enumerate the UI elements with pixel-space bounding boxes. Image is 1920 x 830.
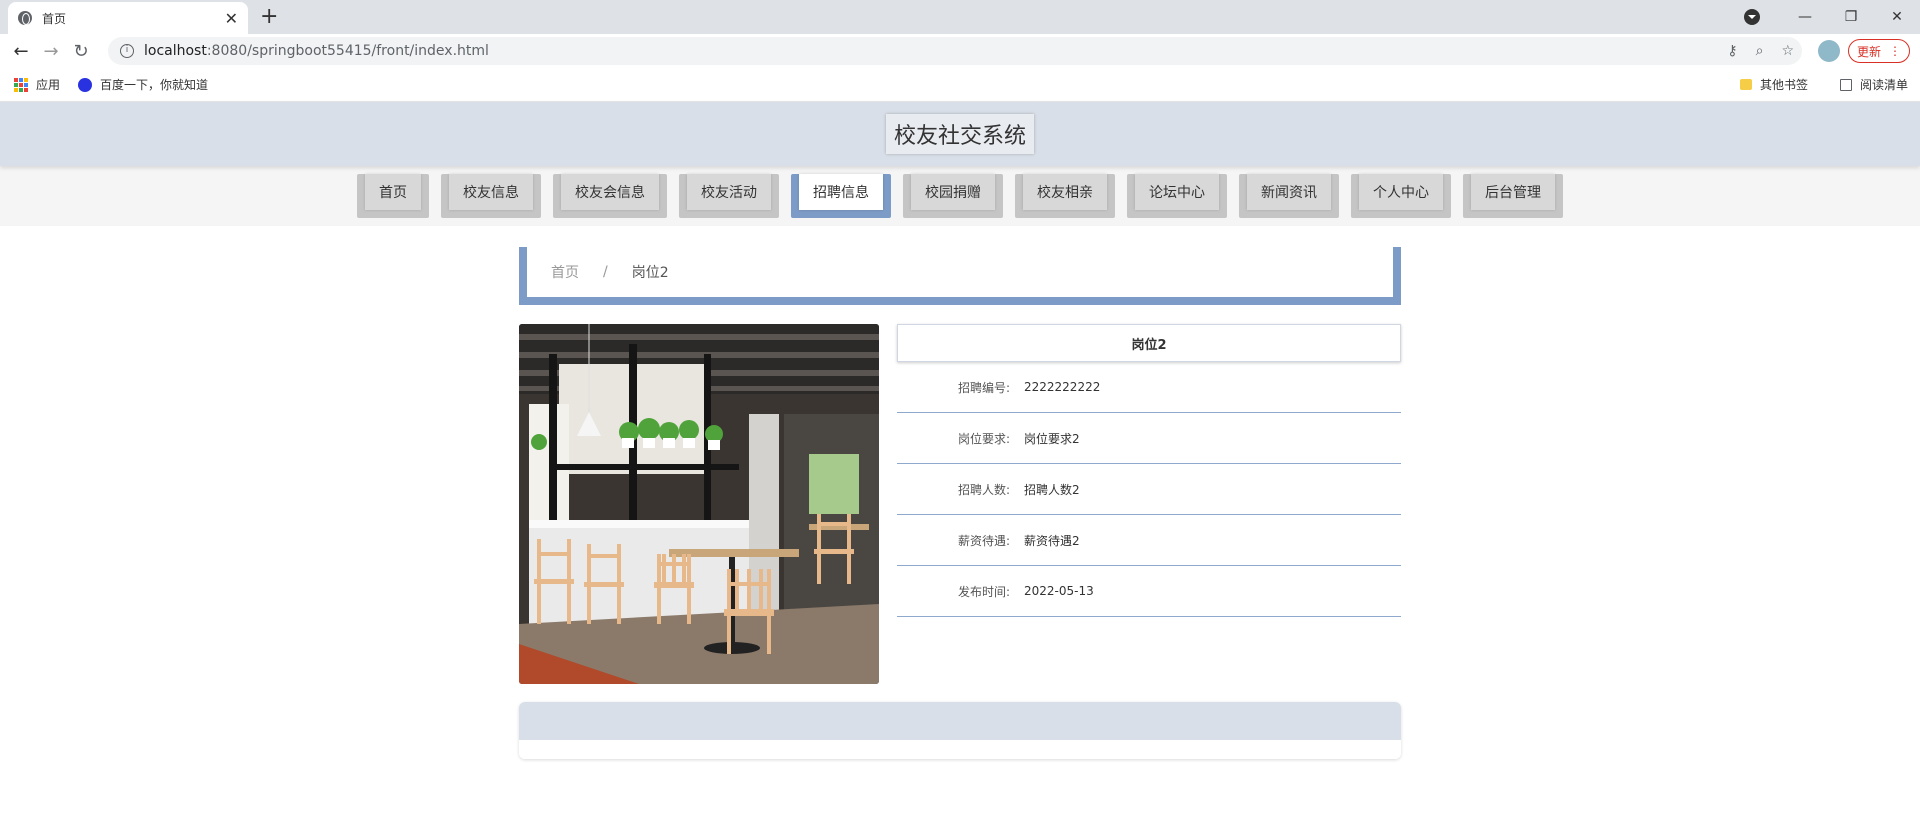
detail-label: 岗位要求: (957, 431, 1010, 446)
nav-item-alumni-info[interactable]: 校友信息 (441, 174, 541, 218)
bookmark-baidu[interactable]: 百度一下，你就知道 (78, 76, 208, 93)
detail-value: 招聘人数2 (1024, 482, 1080, 497)
nav-item-admin[interactable]: 后台管理 (1463, 174, 1563, 218)
key-icon[interactable]: ⚷ (1727, 43, 1737, 59)
bookmark-other[interactable]: 其他书签 (1739, 76, 1808, 93)
nav-item-recruitment[interactable]: 招聘信息 (791, 174, 891, 218)
browser-tab[interactable]: 首页 ✕ (8, 2, 248, 34)
nav-label: 校友信息 (449, 174, 533, 210)
breadcrumb-current: 岗位2 (631, 265, 669, 281)
tab-close-icon[interactable]: ✕ (225, 9, 238, 28)
reading-list-icon (1839, 78, 1852, 91)
detail-row-salary: 薪资待遇: 薪资待遇2 (897, 515, 1401, 566)
nav-item-personal-center[interactable]: 个人中心 (1351, 174, 1451, 218)
nav-label: 新闻资讯 (1247, 174, 1331, 210)
update-button[interactable]: 更新 ⋮ (1847, 39, 1910, 63)
more-icon: ⋮ (1889, 44, 1901, 58)
window-controls: — ❐ ✕ (1744, 0, 1920, 34)
browser-tabbar: 首页 ✕ + — ❐ ✕ (0, 0, 1920, 34)
zoom-icon[interactable]: ⌕ (1756, 43, 1764, 59)
breadcrumb-separator: / (603, 264, 608, 280)
job-title: 岗位2 (897, 324, 1401, 362)
reload-button[interactable]: ↻ (66, 41, 96, 62)
nav-item-alumni-activity[interactable]: 校友活动 (679, 174, 779, 218)
address-bar-row: ← → ↻ i localhost:8080/springboot55415/f… (0, 34, 1920, 68)
detail-value: 岗位要求2 (1024, 431, 1080, 446)
bookmark-reading-list[interactable]: 阅读清单 (1839, 76, 1908, 93)
restore-button[interactable]: ❐ (1828, 9, 1874, 25)
detail-row-publish-date: 发布时间: 2022-05-13 (897, 566, 1401, 617)
bookmark-baidu-label: 百度一下，你就知道 (100, 78, 209, 92)
nav-item-news[interactable]: 新闻资讯 (1239, 174, 1339, 218)
nav-item-forum[interactable]: 论坛中心 (1127, 174, 1227, 218)
profile-avatar[interactable] (1817, 40, 1840, 62)
url-path: :8080/springboot55415/front/index.html (206, 43, 489, 59)
download-icon[interactable] (1744, 9, 1760, 25)
bookmark-reading-list-label: 阅读清单 (1859, 78, 1908, 92)
job-detail-panel: 岗位2 招聘编号: 2222222222 岗位要求: 岗位要求2 招聘人数: 招… (897, 324, 1401, 617)
description-panel (519, 702, 1401, 759)
back-button[interactable]: ← (6, 41, 36, 62)
baidu-icon (78, 77, 93, 92)
url-input[interactable]: i localhost:8080/springboot55415/front/i… (108, 37, 1802, 65)
detail-value: 薪资待遇2 (1024, 533, 1080, 548)
bookmark-apps-label: 应用 (36, 78, 61, 92)
main-nav: 首页 校友信息 校友会信息 校友活动 招聘信息 校园捐赠 校友相亲 论坛中心 新… (0, 166, 1920, 226)
detail-label: 招聘编号: (957, 380, 1010, 395)
breadcrumb-home-link[interactable]: 首页 (551, 262, 579, 282)
update-label: 更新 (1856, 44, 1881, 59)
detail-row-job-id: 招聘编号: 2222222222 (897, 362, 1401, 413)
site-header: 校友社交系统 (0, 102, 1920, 166)
description-panel-header (519, 702, 1401, 740)
nav-label: 校友会信息 (561, 174, 659, 210)
minimize-button[interactable]: — (1782, 9, 1828, 25)
star-icon[interactable]: ☆ (1781, 43, 1794, 59)
detail-label: 薪资待遇: (957, 533, 1010, 548)
detail-row-headcount: 招聘人数: 招聘人数2 (897, 464, 1401, 515)
nav-label: 招聘信息 (799, 174, 883, 210)
breadcrumb: 首页 / 岗位2 (519, 247, 1401, 305)
nav-item-donation[interactable]: 校园捐赠 (903, 174, 1003, 218)
nav-item-dating[interactable]: 校友相亲 (1015, 174, 1115, 218)
tab-title: 首页 (42, 11, 67, 26)
apps-icon (14, 77, 28, 92)
detail-label: 招聘人数: (957, 482, 1010, 497)
forward-button[interactable]: → (36, 41, 66, 62)
nav-label: 个人中心 (1359, 174, 1443, 210)
nav-item-home[interactable]: 首页 (357, 174, 429, 218)
folder-icon (1739, 79, 1752, 90)
nav-label: 校友活动 (687, 174, 771, 210)
nav-label: 校友相亲 (1023, 174, 1107, 210)
detail-row-requirements: 岗位要求: 岗位要求2 (897, 413, 1401, 464)
description-panel-body (519, 740, 1401, 759)
close-window-button[interactable]: ✕ (1874, 9, 1920, 25)
detail-label: 发布时间: (957, 584, 1010, 599)
new-tab-button[interactable]: + (260, 4, 278, 29)
bookmark-other-label: 其他书签 (1759, 78, 1808, 92)
nav-label: 校园捐赠 (911, 174, 995, 210)
job-image (519, 324, 879, 684)
detail-value: 2222222222 (1024, 380, 1101, 394)
url-host: localhost (144, 43, 207, 59)
nav-label: 首页 (365, 174, 421, 210)
nav-item-alumni-association[interactable]: 校友会信息 (553, 174, 667, 218)
nav-label: 论坛中心 (1135, 174, 1219, 210)
bookmark-apps[interactable]: 应用 (14, 76, 60, 93)
globe-icon (18, 11, 32, 25)
bookmarks-bar: 应用 百度一下，你就知道 其他书签 阅读清单 (0, 68, 1920, 102)
detail-value: 2022-05-13 (1024, 584, 1094, 598)
nav-label: 后台管理 (1471, 174, 1555, 210)
site-title: 校友社交系统 (885, 114, 1034, 154)
info-icon[interactable]: i (120, 44, 134, 58)
